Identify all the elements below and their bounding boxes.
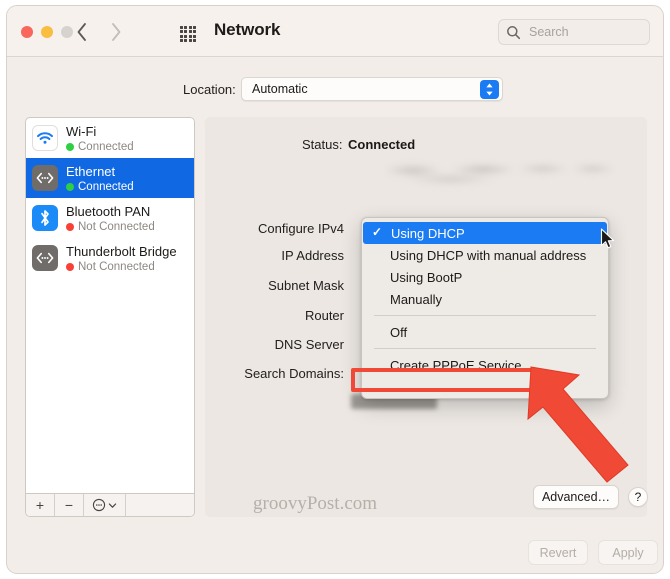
traffic-lights [21,26,73,38]
search-input[interactable]: Search [498,19,650,45]
menu-separator [374,348,596,349]
menu-item-label: Using DHCP with manual address [390,247,587,263]
menu-item-label: Using BootP [390,269,463,285]
close-button-icon[interactable] [21,26,33,38]
sidebar-item-bluetooth-pan[interactable]: Bluetooth PAN Not Connected [26,198,194,238]
location-stepper-icon[interactable] [480,80,499,99]
mouse-cursor-icon [600,228,616,255]
status-dot-icon [66,143,74,152]
field-label: DNS Server [274,337,344,352]
search-placeholder: Search [529,25,569,39]
menu-item-label: Create PPPoE Service… [390,357,535,373]
sidebar-item-label: Ethernet [66,163,116,179]
bluetooth-icon [32,205,58,231]
status-dot-icon [66,223,74,232]
zoom-button-icon[interactable] [61,26,73,38]
sidebar-item-label: Wi-Fi [66,123,97,139]
menu-item-label: Using DHCP [391,225,465,241]
wifi-icon [32,125,58,151]
menu-separator [374,315,596,316]
back-chevron-icon[interactable] [75,21,89,43]
sidebar-footer-toolbar: + − [26,493,194,516]
revert-button[interactable]: Revert [528,540,588,565]
sidebar-item-label: Bluetooth PAN [66,203,151,219]
network-services-sidebar[interactable]: Wi-Fi Connected Ethernet Connected Bluet… [25,117,195,517]
menu-item-manually[interactable]: Manually [362,288,608,310]
sidebar-item-ethernet[interactable]: Ethernet Connected [26,158,194,198]
sidebar-item-wifi[interactable]: Wi-Fi Connected [26,118,194,158]
page-title: Network [214,20,281,39]
sidebar-item-status: Connected [66,181,134,193]
field-label: Router [304,308,344,323]
show-all-grid-icon[interactable] [180,26,196,42]
menu-item-using-dhcp-with-manual-address[interactable]: Using DHCP with manual address [362,244,608,266]
field-label: Search Domains: [244,366,344,381]
more-actions-icon [92,498,106,512]
apply-button[interactable]: Apply [598,540,658,565]
location-value: Automatic [252,82,308,96]
search-icon [506,25,521,45]
menu-item-using-dhcp[interactable]: ✓ Using DHCP [363,222,607,244]
sidebar-item-label: Thunderbolt Bridge [66,243,177,259]
advanced-button[interactable]: Advanced… [533,485,619,509]
location-label: Location: [183,82,236,97]
field-label: IP Address [281,248,344,263]
sidebar-item-status: Not Connected [66,261,177,273]
ethernet-icon [32,165,58,191]
help-button[interactable]: ? [628,487,648,507]
menu-item-off[interactable]: Off [362,321,608,343]
sidebar-footer-spacer [126,494,194,516]
status-dot-icon [66,263,74,272]
status-label: Status: [302,137,343,152]
status-value: Connected [348,137,416,152]
remove-service-button[interactable]: − [55,494,84,516]
sidebar-item-status: Not Connected [66,221,155,233]
forward-chevron-icon[interactable] [109,21,123,43]
navigation-arrows [75,21,123,43]
connection-description-redacted [363,156,613,188]
menu-item-using-bootp[interactable]: Using BootP [362,266,608,288]
minimize-button-icon[interactable] [41,26,53,38]
status-dot-icon [66,183,74,192]
annotation-arrow-icon [527,361,633,488]
thunderbolt-bridge-icon [32,245,58,271]
titlebar: Network Search [7,6,663,57]
menu-item-label: Manually [390,291,443,307]
service-actions-button[interactable] [84,494,126,516]
location-popup-button[interactable]: Automatic [241,77,503,101]
sidebar-item-status: Connected [66,141,134,153]
field-label: Subnet Mask [268,278,344,293]
watermark: groovyPost.com [253,493,378,514]
chevron-down-icon [108,502,117,508]
add-service-button[interactable]: + [26,494,55,516]
sidebar-item-thunderbolt-bridge[interactable]: Thunderbolt Bridge Not Connected [26,238,194,278]
menu-item-label: Off [390,324,408,340]
checkmark-icon: ✓ [372,225,383,239]
network-preferences-window: Network Search Location: Automatic Wi-Fi… [6,5,664,574]
field-label: Configure IPv4 [258,221,344,236]
